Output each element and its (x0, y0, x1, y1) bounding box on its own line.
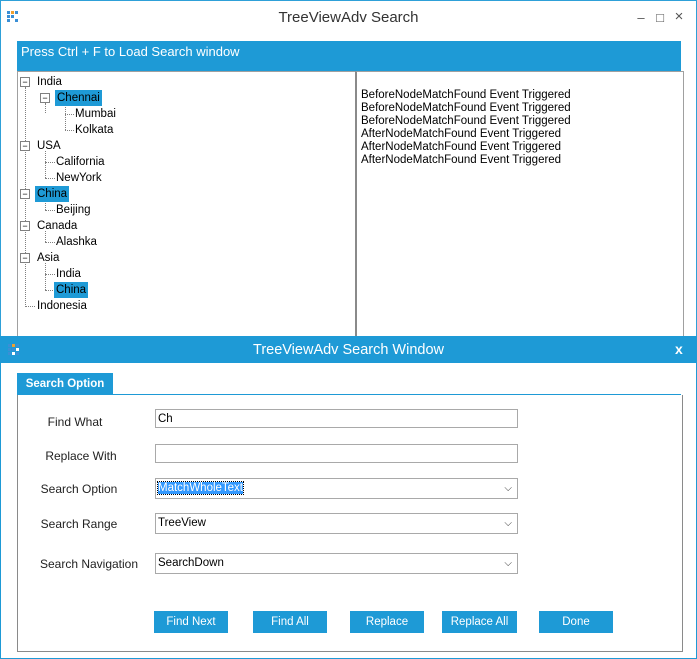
tree-connector (45, 242, 55, 243)
find-what-label: Find What (47, 415, 103, 429)
tree-node-mumbai[interactable]: Mumbai (75, 106, 116, 122)
close-button[interactable]: × (672, 8, 686, 25)
tree-view[interactable]: − − − − − − India Chennai Mumbai Kolkata… (17, 71, 356, 340)
tree-connector (65, 130, 74, 131)
tree-node-asia[interactable]: Asia (37, 250, 59, 266)
log-line: BeforeNodeMatchFound Event Triggered (361, 102, 571, 114)
find-all-button[interactable]: Find All (253, 611, 327, 633)
tree-node-india[interactable]: India (37, 74, 62, 90)
log-line: BeforeNodeMatchFound Event Triggered (361, 115, 571, 127)
replace-button[interactable]: Replace (350, 611, 424, 633)
tree-node-chennai[interactable]: Chennai (55, 90, 102, 106)
tree-node-asia-india[interactable]: India (56, 266, 81, 282)
find-what-input[interactable]: Ch (155, 409, 518, 428)
instruction-banner: Press Ctrl + F to Load Search window (17, 41, 681, 71)
tree-connector (65, 114, 74, 115)
tree-node-asia-china[interactable]: China (54, 282, 89, 298)
tree-node-california[interactable]: California (56, 154, 105, 170)
maximize-button[interactable]: □ (653, 10, 667, 25)
event-log: BeforeNodeMatchFound Event Triggered Bef… (355, 71, 684, 340)
search-window-title: TreeViewAdv Search Window (253, 342, 444, 358)
replace-with-input[interactable] (155, 444, 518, 463)
tree-node-canada[interactable]: Canada (37, 218, 77, 234)
tab-search-option[interactable]: Search Option (17, 373, 113, 395)
tree-node-china[interactable]: China (35, 186, 70, 202)
collapse-icon[interactable]: − (20, 189, 30, 199)
search-option-value: MatchWholeText (156, 481, 245, 495)
collapse-icon[interactable]: − (20, 141, 30, 151)
log-line: BeforeNodeMatchFound Event Triggered (361, 89, 571, 101)
search-navigation-value: SearchDown (158, 557, 224, 569)
tree-node-beijing[interactable]: Beijing (56, 202, 91, 218)
close-button[interactable]: x (675, 341, 683, 357)
search-navigation-label: Search Navigation (39, 557, 139, 571)
tree-node-indonesia[interactable]: Indonesia (37, 298, 87, 314)
chevron-down-icon[interactable]: ⌵ (504, 514, 512, 533)
done-button[interactable]: Done (539, 611, 613, 633)
search-option-label: Search Option (40, 482, 118, 496)
tree-connector (45, 151, 46, 178)
tree-connector (45, 162, 55, 163)
search-option-combo[interactable]: MatchWholeText ⌵ (155, 478, 518, 499)
minimize-button[interactable]: – (634, 10, 648, 25)
tree-node-alashka[interactable]: Alashka (56, 234, 97, 250)
tree-node-kolkata[interactable]: Kolkata (75, 122, 113, 138)
tree-connector (45, 274, 55, 275)
tree-connector (25, 306, 35, 307)
chevron-down-icon[interactable]: ⌵ (504, 554, 512, 573)
replace-with-label: Replace With (45, 449, 117, 463)
search-navigation-combo[interactable]: SearchDown ⌵ (155, 553, 518, 574)
collapse-icon[interactable]: − (20, 221, 30, 231)
log-line: AfterNodeMatchFound Event Triggered (361, 141, 562, 153)
find-next-button[interactable]: Find Next (154, 611, 228, 633)
tree-connector (45, 263, 46, 290)
tree-node-usa[interactable]: USA (37, 138, 61, 154)
banner-text: Press Ctrl + F to Load Search window (21, 44, 240, 59)
search-window: TreeViewAdv Search Window x Search Optio… (0, 336, 697, 659)
collapse-icon[interactable]: − (20, 77, 30, 87)
search-titlebar[interactable]: TreeViewAdv Search Window x (1, 337, 696, 363)
window-title: TreeViewAdv Search (278, 9, 419, 26)
search-range-label: Search Range (40, 517, 118, 531)
replace-all-button[interactable]: Replace All (442, 611, 517, 633)
tree-connector (45, 178, 55, 179)
tree-node-newyork[interactable]: NewYork (56, 170, 102, 186)
tree-connector (45, 103, 46, 113)
collapse-icon[interactable]: − (20, 253, 30, 263)
log-line: AfterNodeMatchFound Event Triggered (361, 154, 562, 166)
collapse-icon[interactable]: − (40, 93, 50, 103)
tree-connector (45, 210, 55, 211)
search-range-value: TreeView (158, 517, 206, 529)
search-range-combo[interactable]: TreeView ⌵ (155, 513, 518, 534)
tree-connector (65, 103, 66, 130)
chevron-down-icon[interactable]: ⌵ (504, 479, 512, 498)
log-line: AfterNodeMatchFound Event Triggered (361, 128, 562, 140)
